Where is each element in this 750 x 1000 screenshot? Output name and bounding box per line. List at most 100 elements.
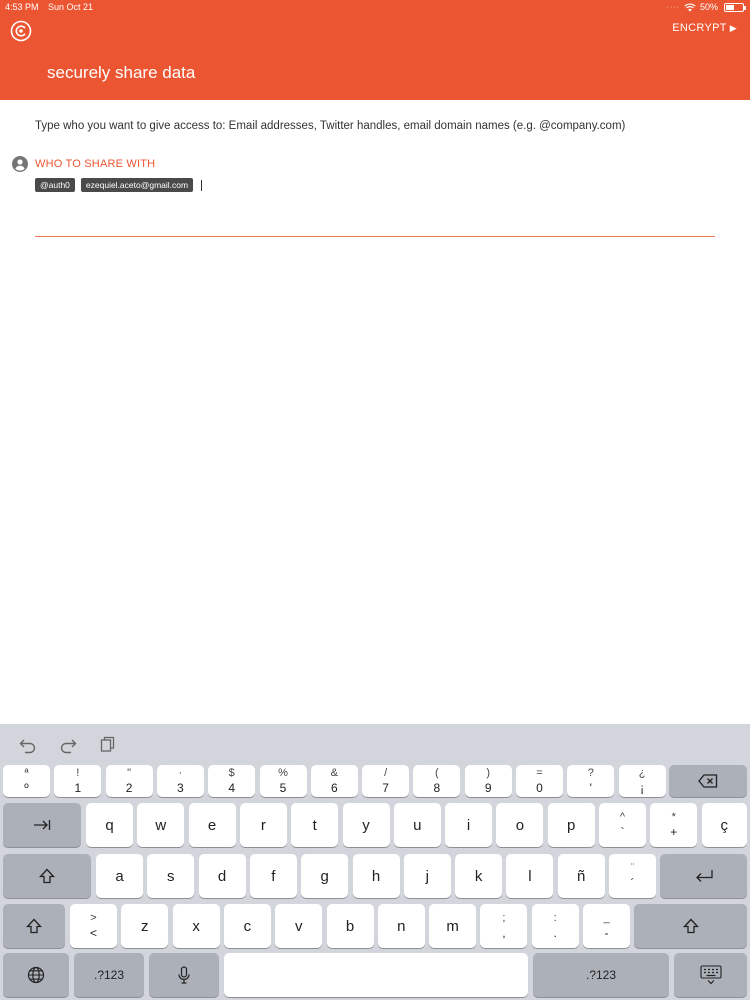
delete-key[interactable] [669, 765, 747, 797]
key-letter[interactable]: x [172, 904, 220, 948]
caps-lock-key[interactable] [3, 854, 91, 898]
key-number[interactable]: (8 [413, 765, 461, 797]
key-number[interactable]: % 5 [259, 765, 307, 797]
globe-icon [27, 966, 45, 984]
numbers-key-left[interactable]: .?123 [74, 953, 144, 997]
key-label: ñ [577, 867, 586, 885]
key-secondary-label: & [330, 767, 338, 779]
key-label: a [115, 867, 124, 885]
key-label: d [217, 867, 227, 885]
key-letter[interactable]: e [188, 803, 236, 847]
recipients-input[interactable]: @auth0 ezequiel.aceto@gmail.com [35, 178, 203, 192]
key-label: p [567, 816, 576, 834]
shift-key-right[interactable] [634, 904, 747, 948]
paste-icon[interactable] [98, 734, 118, 754]
key-secondary-label: _ [603, 912, 610, 924]
key-letter[interactable]: ñ [557, 854, 605, 898]
key-secondary-label: ¿ [638, 767, 646, 779]
play-arrow-icon: ▶ [729, 22, 737, 33]
tab-icon [33, 819, 51, 831]
key-letter[interactable]: v [275, 904, 323, 948]
key-symbol[interactable]: _ - [583, 904, 630, 948]
page-title: securely share data [47, 63, 196, 82]
key-symbol[interactable]: ¨ ´ [609, 854, 656, 898]
key-primary-label: 2 [125, 781, 133, 795]
key-number[interactable]: " 2 [105, 765, 153, 797]
keyboard-shortcut-bar [0, 724, 750, 764]
key-symbol[interactable]: ;, [480, 904, 528, 948]
key-label: .?123 [585, 968, 617, 982]
undo-icon[interactable] [18, 734, 38, 754]
key-letter[interactable]: b [326, 904, 374, 948]
key-letter[interactable]: p [547, 803, 595, 847]
key-secondary-label: / [384, 767, 388, 779]
key-letter[interactable]: g [301, 854, 349, 898]
key-number[interactable]: ) 9 [464, 765, 512, 797]
key-number[interactable]: & 6 [310, 765, 358, 797]
key-letter[interactable]: m [429, 904, 477, 948]
key-letter[interactable]: s [147, 854, 195, 898]
key-letter[interactable]: a [96, 854, 143, 898]
key-symbol[interactable]: :. [531, 904, 579, 948]
key-secondary-label: $ [228, 767, 235, 779]
key-number[interactable]: ? ' [567, 765, 615, 797]
key-secondary-label: ; [502, 912, 506, 924]
key-label: g [320, 867, 329, 885]
dictation-key[interactable] [149, 953, 219, 997]
key-letter[interactable]: t [291, 803, 339, 847]
return-key[interactable] [660, 854, 747, 898]
shift-key-left[interactable] [3, 904, 65, 948]
key-symbol[interactable]: > < [70, 904, 117, 948]
key-letter[interactable]: l [506, 854, 554, 898]
recipient-chip[interactable]: ezequiel.aceto@gmail.com [80, 178, 194, 192]
key-secondary-label: ( [435, 767, 439, 779]
globe-key[interactable] [3, 953, 69, 997]
key-primary-label: 1 [74, 781, 82, 795]
key-letter[interactable]: j [403, 854, 451, 898]
key-number[interactable]: ¿ ¡ [618, 765, 666, 797]
key-symbol[interactable]: ^ ` [599, 803, 646, 847]
key-letter[interactable]: h [352, 854, 400, 898]
key-letter[interactable]: z [121, 904, 169, 948]
hide-keyboard-key[interactable] [674, 953, 747, 997]
key-letter[interactable]: n [377, 904, 425, 948]
key-letter[interactable]: u [393, 803, 441, 847]
redo-icon[interactable] [58, 734, 78, 754]
key-letter[interactable]: d [198, 854, 246, 898]
key-number[interactable]: $4 [208, 765, 256, 797]
key-letter[interactable]: c [223, 904, 271, 948]
key-letter[interactable]: r [239, 803, 287, 847]
key-primary-label: 9 [484, 781, 492, 795]
key-letter[interactable]: w [137, 803, 185, 847]
delete-icon [698, 774, 718, 788]
key-label: x [192, 917, 200, 935]
key-label: ç [720, 816, 729, 834]
key-letter[interactable]: i [445, 803, 493, 847]
key-primary-label: 6 [330, 781, 338, 795]
key-number[interactable]: ªº [3, 765, 50, 797]
key-number[interactable]: /7 [362, 765, 410, 797]
space-bar[interactable] [224, 953, 528, 997]
key-label: w [155, 816, 167, 834]
tab-key[interactable] [3, 803, 81, 847]
key-number[interactable]: = 0 [516, 765, 563, 797]
key-letter[interactable]: f [249, 854, 297, 898]
key-letter[interactable]: k [455, 854, 503, 898]
key-label: s [167, 867, 175, 885]
app-logo-icon[interactable] [10, 20, 32, 42]
key-number[interactable]: ! 1 [54, 765, 102, 797]
key-primary-label: < [89, 926, 97, 940]
key-primary-label: ` [620, 825, 625, 839]
recipient-chip[interactable]: @auth0 [35, 178, 75, 192]
wifi-icon [684, 2, 696, 11]
encrypt-button[interactable]: ENCRYPT ▶ [672, 22, 737, 34]
key-symbol[interactable]: * + [650, 803, 698, 847]
key-number[interactable]: · 3 [156, 765, 204, 797]
key-letter[interactable]: o [496, 803, 544, 847]
key-label: j [425, 867, 429, 885]
numbers-key-right[interactable]: .?123 [533, 953, 669, 997]
key-letter[interactable]: ç [701, 803, 747, 847]
key-letter[interactable]: q [86, 803, 133, 847]
key-label: o [515, 816, 525, 834]
key-letter[interactable]: y [342, 803, 390, 847]
